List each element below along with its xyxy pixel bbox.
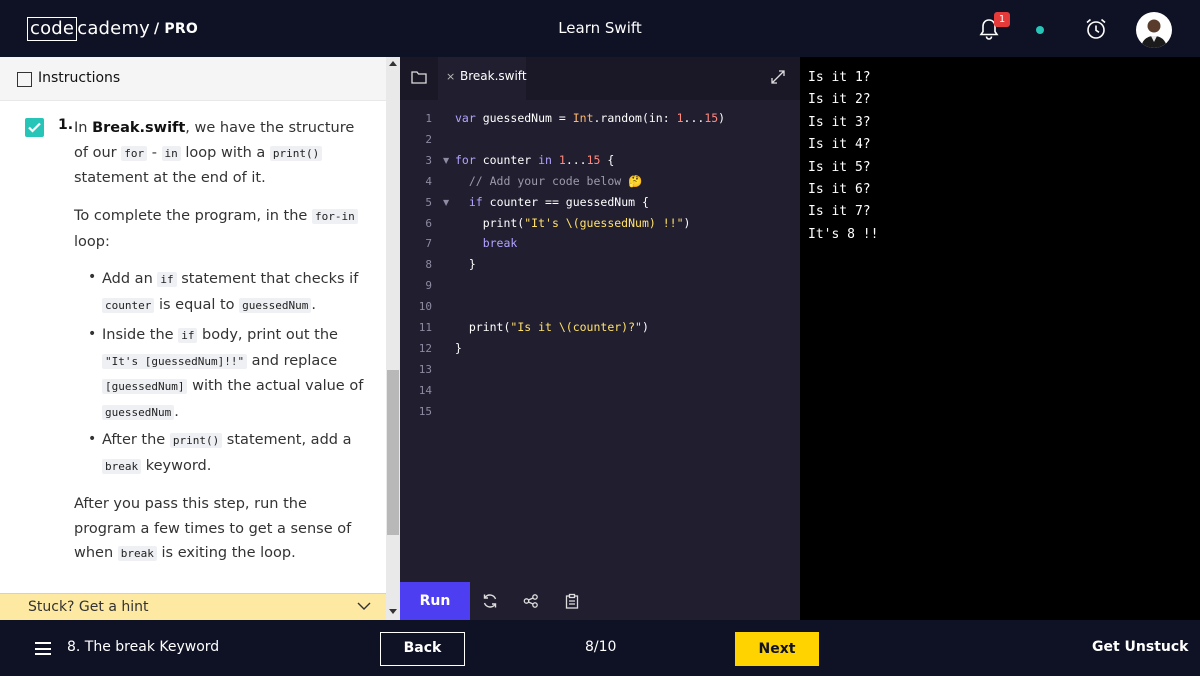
- code-line[interactable]: // Add your code below 🤔: [455, 174, 643, 188]
- tab-filename: Break.swift: [460, 69, 527, 83]
- code-line[interactable]: if counter == guessedNum {: [455, 195, 649, 209]
- code-line[interactable]: print("Is it \(counter)?"): [455, 320, 649, 334]
- instructions-scrollbar[interactable]: [386, 57, 400, 620]
- course-title: Learn Swift: [558, 19, 642, 37]
- instructions-panel: Instructions 1. In Break.swift, we have …: [0, 57, 386, 620]
- instructions-header[interactable]: Instructions: [0, 57, 386, 101]
- bullet-add-break: After the print() statement, add a break…: [102, 432, 352, 474]
- output-line: Is it 2?: [808, 92, 871, 108]
- output-line: It's 8 !!: [808, 226, 879, 242]
- instructions-checkbox-icon: [17, 72, 32, 87]
- output-line: Is it 5?: [808, 159, 871, 175]
- clipboard-icon[interactable]: [564, 593, 580, 609]
- line-number: 9: [425, 279, 432, 293]
- hint-bar[interactable]: Stuck? Get a hint: [0, 593, 386, 620]
- line-number: 12: [418, 341, 432, 355]
- bullet-add-if: Add an if statement that checks if count…: [102, 271, 359, 313]
- editor-toolbar: Run: [400, 582, 800, 620]
- output-line: Is it 1?: [808, 70, 871, 85]
- line-number: 4: [425, 174, 432, 188]
- status-dot: [1036, 26, 1044, 34]
- scroll-down-arrow-icon[interactable]: [389, 609, 397, 614]
- line-number: 7: [425, 237, 432, 251]
- lesson-title[interactable]: 8. The break Keyword: [67, 639, 219, 655]
- line-number: 10: [418, 300, 432, 314]
- bullet-dot: •: [88, 269, 97, 285]
- output-line: Is it 3?: [808, 114, 871, 130]
- para-complete-program: To complete the program, in the for-in l…: [74, 204, 364, 254]
- step-text: In Break.swift, we have the structure of…: [74, 120, 355, 186]
- code-line[interactable]: }: [455, 341, 462, 355]
- next-button[interactable]: Next: [735, 632, 819, 666]
- hamburger-menu-icon[interactable]: [35, 642, 51, 655]
- file-tab-break-swift[interactable]: × Break.swift: [438, 57, 527, 100]
- avatar[interactable]: [1136, 12, 1172, 48]
- alarm-clock-icon[interactable]: [1084, 17, 1108, 41]
- scroll-up-arrow-icon[interactable]: [389, 61, 397, 66]
- chevron-down-icon: [357, 602, 371, 610]
- step-complete-checkbox: [25, 118, 44, 137]
- reset-icon[interactable]: [482, 593, 498, 609]
- code-line[interactable]: var guessedNum = Int.random(in: 1...15): [455, 111, 725, 125]
- fold-arrow-icon[interactable]: ▼: [443, 198, 449, 207]
- line-number: 14: [418, 383, 432, 397]
- bottom-nav: 8. The break Keyword Back 8/10 Next Get …: [0, 620, 1200, 676]
- bullet-dot: •: [88, 431, 97, 447]
- close-tab-icon[interactable]: ×: [446, 70, 455, 83]
- code-line[interactable]: }: [455, 257, 476, 271]
- bullet-dot: •: [88, 326, 97, 342]
- editor-tab-bar: × Break.swift: [400, 57, 800, 100]
- output-line: Is it 6?: [808, 182, 871, 197]
- line-number: 8: [425, 258, 432, 272]
- get-unstuck-button[interactable]: Get Unstuck: [1092, 639, 1189, 655]
- top-header: code cademy / PRO Learn Swift 1: [0, 0, 1200, 57]
- back-button[interactable]: Back: [380, 632, 465, 666]
- bullet-inside-if: Inside the if body, print out the "It's …: [102, 327, 364, 420]
- line-number: 3: [425, 153, 432, 167]
- code-line[interactable]: for counter in 1...15 {: [455, 153, 614, 167]
- code-editor: × Break.swift 1 var guessedNum = Int.rand…: [400, 57, 800, 620]
- scrollbar-thumb[interactable]: [387, 370, 399, 535]
- avatar-icon: [1141, 19, 1167, 48]
- line-number: 15: [418, 404, 432, 418]
- line-number: 11: [418, 321, 432, 334]
- folder-icon[interactable]: [411, 70, 427, 84]
- line-number: 6: [425, 216, 432, 230]
- checkmark-icon: [28, 122, 41, 133]
- progress-indicator: 8/10: [585, 639, 617, 655]
- run-button[interactable]: Run: [400, 582, 470, 620]
- output-terminal: Is it 1? Is it 2? Is it 3? Is it 4? Is it 5?…: [800, 57, 1200, 620]
- code-line[interactable]: break: [455, 236, 518, 250]
- line-number: 1: [425, 112, 432, 125]
- code-line[interactable]: print("It's \(guessedNum) !!"): [455, 216, 691, 230]
- notification-badge: 1: [994, 12, 1010, 27]
- output-line: Is it 4?: [808, 137, 871, 153]
- fold-arrow-icon[interactable]: ▼: [443, 156, 449, 165]
- line-number: 13: [418, 362, 432, 376]
- line-number: 2: [425, 132, 432, 146]
- para-after-pass: After you pass this step, run the progra…: [74, 496, 352, 561]
- step-number: 1.: [58, 117, 74, 133]
- expand-icon[interactable]: [770, 69, 786, 85]
- instructions-label: Instructions: [38, 70, 121, 86]
- hint-label: Stuck? Get a hint: [28, 599, 149, 615]
- share-icon[interactable]: [523, 593, 539, 609]
- output-line: Is it 7?: [808, 204, 871, 220]
- line-number: 5: [425, 195, 432, 209]
